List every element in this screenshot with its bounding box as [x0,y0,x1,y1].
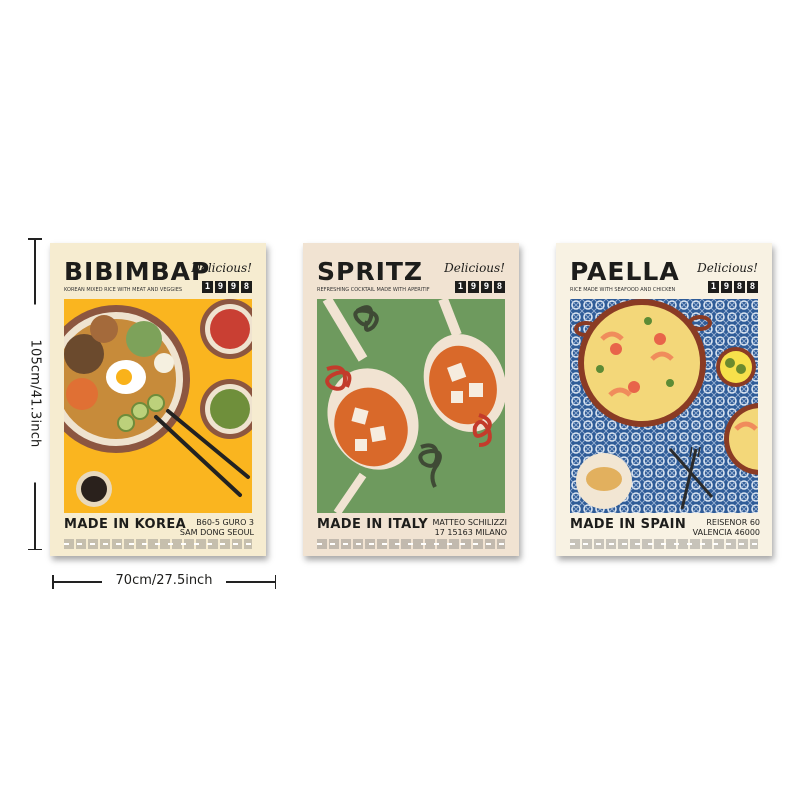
height-dimension-cap-top [28,238,42,240]
fine-print-gaps [570,543,758,545]
year-digit: 9 [228,281,239,293]
poster-subtitle: REFRESHING COCKTAIL MADE WITH APERITIF [317,287,430,293]
width-dimension-cap-left [52,575,54,589]
address: B60-5 GURO 3 SAM DONG SEOUL [180,518,254,538]
fine-print-gaps [317,543,505,545]
poster-spritz: SPRITZ Delicious! 1 9 9 8 REFRESHING COC… [303,243,519,556]
year-digit: 1 [708,281,719,293]
width-label: 70cm/27.5inch [102,573,226,588]
height-dimension: 105cm/41.3inch [27,238,43,550]
year-digit: 9 [468,281,479,293]
fine-print-gaps [64,543,252,545]
year-digit: 1 [202,281,213,293]
poster-paella: PAELLA Delicious! 1 9 8 8 RICE MADE WITH… [556,243,772,556]
address-line: REISENOR 60 [706,518,760,527]
year-digit: 9 [721,281,732,293]
address-line: VALENCIA 46000 [692,528,760,537]
poster-bibimbap: BIBIMBAP Delicious! 1 9 9 8 KOREAN MIXED… [50,243,266,556]
year-digit: 8 [241,281,252,293]
delicious-tag: Delicious! [697,261,758,275]
poster-subtitle: RICE MADE WITH SEAFOOD AND CHICKEN [570,287,676,293]
made-in-label: MADE IN ITALY [317,517,429,532]
poster-title: SPRITZ [317,257,424,286]
width-dimension: 70cm/27.5inch [52,573,276,589]
year-badge: 1 9 8 8 [708,281,758,293]
year-digit: 9 [215,281,226,293]
year-digit: 8 [747,281,758,293]
spritz-illustration [317,299,505,513]
address: REISENOR 60 VALENCIA 46000 [693,518,760,538]
poster-title: PAELLA [570,257,680,286]
poster-subtitle: KOREAN MIXED RICE WITH MEAT AND VEGGIES [64,287,183,293]
address: MATTEO SCHILIZZI 17 15163 MILANO [433,518,507,538]
year-badge: 1 9 9 8 [455,281,505,293]
width-dimension-cap-right [274,575,276,589]
bibimbap-illustration [64,299,252,513]
poster-title: BIBIMBAP [64,257,211,286]
delicious-tag: Delicious! [444,261,505,275]
made-in-label: MADE IN SPAIN [570,517,687,532]
year-badge: 1 9 9 8 [202,281,252,293]
year-digit: 8 [734,281,745,293]
year-digit: 9 [481,281,492,293]
address-line: 17 15163 MILANO [434,528,507,537]
made-in-label: MADE IN KOREA [64,517,187,532]
address-line: B60-5 GURO 3 [196,518,254,527]
paella-illustration [570,299,758,513]
address-line: MATTEO SCHILIZZI [432,518,507,527]
address-line: SAM DONG SEOUL [179,528,254,537]
year-digit: 8 [494,281,505,293]
height-dimension-cap-bottom [28,548,42,550]
delicious-tag: Delicious! [191,261,252,275]
height-label: 105cm/41.3inch [27,304,43,483]
year-digit: 1 [455,281,466,293]
